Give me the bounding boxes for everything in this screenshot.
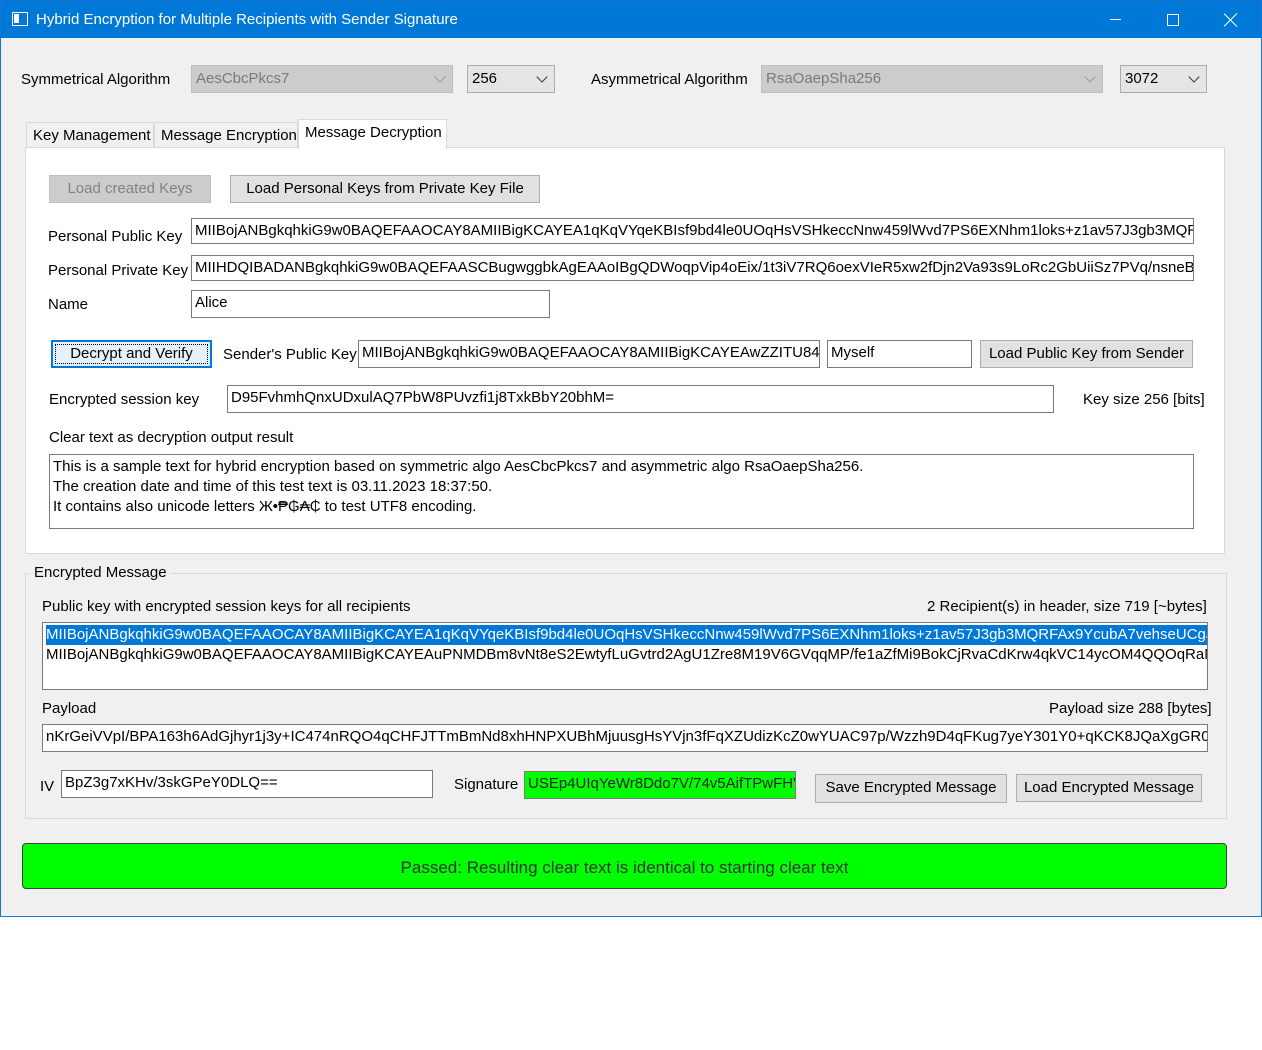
private-key-label: Personal Private Key	[48, 262, 189, 279]
minimize-icon	[1109, 19, 1121, 20]
recipients-list[interactable]: MIIBojANBgkqhkiG9w0BAQEFAAOCAY8AMIIBigKC…	[42, 622, 1208, 690]
clear-text-line: The creation date and time of this test …	[53, 478, 493, 495]
title-bar[interactable]: Hybrid Encryption for Multiple Recipient…	[1, 1, 1261, 38]
tab-message-decryption[interactable]: Message Decryption	[298, 119, 447, 149]
minimize-button[interactable]	[1086, 1, 1144, 38]
tab-key-management[interactable]: Key Management	[26, 122, 154, 148]
sym-algorithm-label: Symmetrical Algorithm	[21, 71, 171, 88]
payload-size-label: Payload size 288 [bytes]	[1049, 700, 1212, 717]
maximize-icon	[1167, 13, 1179, 26]
asym-keysize-value: 3072	[1125, 70, 1159, 87]
signature-field[interactable]: USEp4UIqYeWr8Ddo7V/74v5AifTPwFHV	[524, 771, 796, 799]
sym-keysize-select[interactable]: 256	[467, 65, 555, 93]
app-icon	[12, 12, 28, 26]
iv-label: IV	[40, 778, 55, 795]
selected-recipient-text: MIIBojANBgkqhkiG9w0BAQEFAAOCAY8AMIIBigKC…	[46, 625, 1207, 645]
session-key-label: Encrypted session key	[49, 391, 200, 408]
chevron-down-icon	[1084, 71, 1096, 83]
window-title: Hybrid Encryption for Multiple Recipient…	[36, 11, 458, 28]
load-created-keys-button[interactable]: Load created Keys	[49, 175, 211, 203]
iv-field[interactable]: BpZ3g7xKHv/3skGPeY0DLQ==	[61, 770, 433, 798]
load-sender-key-button[interactable]: Load Public Key from Sender	[980, 340, 1193, 368]
asym-algorithm-value: RsaOaepSha256	[766, 70, 882, 87]
sender-public-key-field[interactable]: MIIBojANBgkqhkiG9w0BAQEFAAOCAY8AMIIBigKC…	[358, 340, 820, 368]
personal-private-key-field[interactable]: MIIHDQIBADANBgkqhkiG9w0BAQEFAASCBugwggbk…	[191, 255, 1194, 281]
signature-label: Signature	[454, 776, 519, 793]
payload-label: Payload	[42, 700, 97, 717]
tab-message-encryption[interactable]: Message Encryption	[154, 122, 298, 148]
chevron-down-icon	[434, 71, 446, 83]
chevron-down-icon	[536, 71, 548, 83]
save-encrypted-message-button[interactable]: Save Encrypted Message	[815, 774, 1007, 803]
personal-public-key-field[interactable]: MIIBojANBgkqhkiG9w0BAQEFAAOCAY8AMIIBigKC…	[191, 218, 1194, 244]
maximize-button[interactable]	[1144, 1, 1202, 38]
sender-name-field[interactable]: Myself	[827, 340, 972, 368]
asym-algorithm-select[interactable]: RsaOaepSha256	[761, 65, 1103, 93]
session-key-field[interactable]: D95FvhmhQnxUDxulAQ7PbW8PUvzfi1j8TxkBbY20…	[227, 385, 1054, 413]
load-encrypted-message-button[interactable]: Load Encrypted Message	[1016, 774, 1202, 802]
name-field[interactable]: Alice	[191, 290, 550, 318]
sym-algorithm-select[interactable]: AesCbcPkcs7	[191, 65, 453, 93]
status-banner: Passed: Resulting clear text is identica…	[22, 843, 1227, 889]
sender-key-label: Sender's Public Key	[223, 346, 357, 363]
chevron-down-icon	[1188, 71, 1200, 83]
clear-text-area[interactable]: This is a sample text for hybrid encrypt…	[49, 454, 1194, 529]
sym-algorithm-value: AesCbcPkcs7	[196, 70, 290, 87]
clear-text-line: This is a sample text for hybrid encrypt…	[53, 458, 864, 475]
list-item[interactable]: MIIBojANBgkqhkiG9w0BAQEFAAOCAY8AMIIBigKC…	[46, 645, 1207, 665]
close-button[interactable]	[1202, 1, 1260, 38]
asym-keysize-select[interactable]: 3072	[1120, 65, 1207, 93]
decrypt-verify-button[interactable]: Decrypt and Verify	[51, 340, 212, 368]
close-icon	[1224, 13, 1238, 27]
asym-algorithm-label: Asymmetrical Algorithm	[591, 71, 748, 88]
recipients-info: 2 Recipient(s) in header, size 719 [~byt…	[927, 598, 1207, 615]
recipients-label: Public key with encrypted session keys f…	[42, 598, 411, 615]
main-window: Hybrid Encryption for Multiple Recipient…	[0, 0, 1262, 917]
key-size-label: Key size 256 [bits]	[1083, 391, 1205, 408]
payload-field[interactable]: nKrGeiVVpI/BPA163h6AdGjhyr1j3y+IC474nRQO…	[42, 724, 1208, 752]
sym-keysize-value: 256	[472, 70, 498, 87]
clear-text-line: It contains also unicode letters Ж•₱₲₳₵ …	[53, 498, 477, 515]
public-key-label: Personal Public Key	[48, 228, 183, 245]
name-label: Name	[48, 296, 89, 313]
encrypted-message-title: Encrypted Message	[31, 564, 170, 581]
load-personal-keys-button[interactable]: Load Personal Keys from Private Key File	[230, 175, 540, 203]
list-item[interactable]: MIIBojANBgkqhkiG9w0BAQEFAAOCAY8AMIIBigKC…	[46, 625, 1207, 645]
clear-text-label: Clear text as decryption output result	[49, 429, 294, 446]
